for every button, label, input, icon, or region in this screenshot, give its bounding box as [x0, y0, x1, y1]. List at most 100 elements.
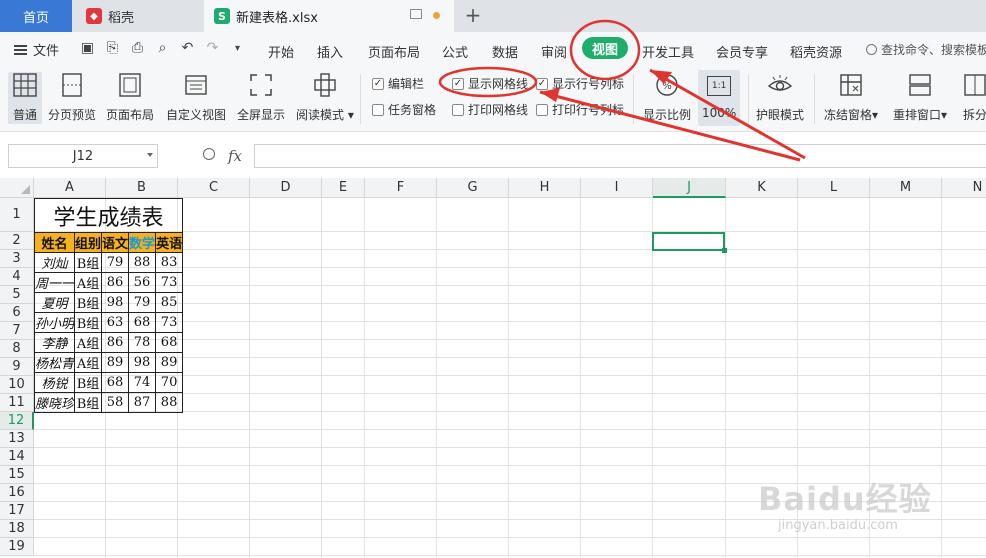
- menu-item-page-layout[interactable]: 页面布局: [368, 42, 420, 61]
- column-header-g[interactable]: G: [437, 178, 509, 198]
- header-cell[interactable]: 语文: [101, 232, 130, 253]
- table-cell[interactable]: 74: [128, 372, 157, 393]
- print-headings-checkbox[interactable]: 打印行号列标: [536, 101, 624, 118]
- menu-item-member[interactable]: 会员专享: [716, 42, 768, 61]
- table-cell[interactable]: 83: [155, 252, 184, 273]
- tab-home[interactable]: 首页: [0, 0, 72, 32]
- normal-view-button[interactable]: 普通: [8, 72, 42, 124]
- table-cell[interactable]: 73: [155, 312, 184, 333]
- row-header-8[interactable]: 8: [0, 340, 34, 358]
- row-header-19[interactable]: 19: [0, 538, 34, 556]
- table-cell[interactable]: 89: [101, 352, 130, 373]
- menu-item-insert[interactable]: 插入: [317, 42, 343, 61]
- table-cell[interactable]: 89: [155, 352, 184, 373]
- tab-file[interactable]: S 新建表格.xlsx: [204, 0, 454, 32]
- menu-item-view[interactable]: 视图: [582, 37, 628, 59]
- column-header-j[interactable]: J: [653, 178, 726, 198]
- column-header-m[interactable]: M: [870, 178, 942, 198]
- row-header-9[interactable]: 9: [0, 358, 34, 376]
- select-all-corner[interactable]: [0, 178, 34, 198]
- row-header-18[interactable]: 18: [0, 520, 34, 538]
- print-icon[interactable]: ⎙: [130, 41, 145, 56]
- menu-item-formula[interactable]: 公式: [442, 42, 468, 61]
- table-cell[interactable]: 58: [101, 392, 130, 413]
- file-menu-button[interactable]: 文件: [14, 40, 59, 59]
- undo-icon[interactable]: ↶: [180, 41, 195, 56]
- row-header-11[interactable]: 11: [0, 394, 34, 412]
- table-cell[interactable]: 70: [155, 372, 184, 393]
- zoom-search-icon[interactable]: [203, 148, 215, 160]
- formula-bar-checkbox[interactable]: ✓ 编辑栏: [372, 75, 424, 92]
- student-name-cell[interactable]: 杨松青: [33, 352, 76, 373]
- header-cell[interactable]: 姓名: [33, 232, 76, 253]
- command-search[interactable]: 查找命令、搜索模板: [866, 41, 986, 58]
- arrange-windows-button[interactable]: 重排窗口▾: [893, 72, 947, 123]
- student-name-cell[interactable]: 孙小明: [33, 312, 76, 333]
- row-header-4[interactable]: 4: [0, 268, 34, 286]
- table-cell[interactable]: 63: [101, 312, 130, 333]
- zoom-ratio-button[interactable]: % 显示比例: [643, 72, 691, 123]
- print-gridlines-checkbox[interactable]: 打印网格线: [452, 101, 528, 118]
- table-cell[interactable]: 68: [101, 372, 130, 393]
- table-cell[interactable]: 86: [101, 332, 130, 353]
- header-cell[interactable]: 组别: [74, 232, 103, 253]
- student-name-cell[interactable]: 杨锐: [33, 372, 76, 393]
- table-cell[interactable]: 98: [101, 292, 130, 313]
- table-cell[interactable]: 79: [128, 292, 157, 313]
- column-header-f[interactable]: F: [365, 178, 437, 198]
- redo-icon[interactable]: ↷: [205, 41, 220, 56]
- row-header-7[interactable]: 7: [0, 322, 34, 340]
- table-title[interactable]: 学生成绩表: [33, 198, 184, 233]
- menu-item-review[interactable]: 审阅: [541, 42, 567, 61]
- row-header-14[interactable]: 14: [0, 448, 34, 466]
- column-header-h[interactable]: H: [509, 178, 581, 198]
- save-icon[interactable]: ▣: [80, 41, 95, 56]
- show-gridlines-checkbox[interactable]: ✓ 显示网格线: [452, 75, 528, 92]
- table-cell[interactable]: 85: [155, 292, 184, 313]
- column-header-e[interactable]: E: [322, 178, 365, 198]
- table-cell[interactable]: B组: [74, 392, 103, 413]
- column-header-a[interactable]: A: [34, 178, 106, 198]
- function-icon[interactable]: fx: [228, 147, 242, 165]
- menu-item-daoke-resources[interactable]: 稻壳资源: [790, 42, 842, 61]
- row-header-15[interactable]: 15: [0, 466, 34, 484]
- table-cell[interactable]: 56: [128, 272, 157, 293]
- menu-item-developer[interactable]: 开发工具: [642, 42, 694, 61]
- student-name-cell[interactable]: 夏明: [33, 292, 76, 313]
- page-break-preview-button[interactable]: 分页预览: [48, 72, 96, 123]
- header-cell[interactable]: 英语: [155, 232, 184, 253]
- active-cell[interactable]: [652, 232, 727, 253]
- column-header-l[interactable]: L: [798, 178, 870, 198]
- row-header-6[interactable]: 6: [0, 304, 34, 322]
- chevron-down-icon[interactable]: [147, 153, 153, 157]
- row-header-5[interactable]: 5: [0, 286, 34, 304]
- custom-view-button[interactable]: 自定义视图: [166, 72, 226, 123]
- table-cell[interactable]: B组: [74, 372, 103, 393]
- task-pane-checkbox[interactable]: 任务窗格: [372, 101, 436, 118]
- student-name-cell[interactable]: 刘灿: [33, 252, 76, 273]
- freeze-panes-button[interactable]: 冻结窗格▾: [824, 72, 878, 123]
- table-cell[interactable]: 68: [155, 332, 184, 353]
- table-cell[interactable]: 79: [101, 252, 130, 273]
- monitor-icon[interactable]: [410, 9, 422, 19]
- table-cell[interactable]: B组: [74, 252, 103, 273]
- row-header-1[interactable]: 1: [0, 198, 34, 232]
- student-name-cell[interactable]: 李静: [33, 332, 76, 353]
- page-layout-view-button[interactable]: 页面布局: [106, 72, 154, 123]
- column-header-n[interactable]: N: [942, 178, 986, 198]
- row-header-2[interactable]: 2: [0, 232, 34, 250]
- table-cell[interactable]: A组: [74, 272, 103, 293]
- table-cell[interactable]: 86: [101, 272, 130, 293]
- column-header-b[interactable]: B: [106, 178, 178, 198]
- table-cell[interactable]: A组: [74, 352, 103, 373]
- column-header-i[interactable]: I: [581, 178, 653, 198]
- fullscreen-button[interactable]: 全屏显示: [237, 72, 285, 123]
- row-header-16[interactable]: 16: [0, 484, 34, 502]
- reading-mode-button[interactable]: 阅读模式 ▾: [296, 72, 354, 123]
- row-header-17[interactable]: 17: [0, 502, 34, 520]
- table-cell[interactable]: 98: [128, 352, 157, 373]
- table-cell[interactable]: 88: [155, 392, 184, 413]
- column-header-c[interactable]: C: [178, 178, 250, 198]
- print-preview-icon[interactable]: ⌕: [155, 41, 170, 56]
- name-box[interactable]: J12: [8, 144, 158, 168]
